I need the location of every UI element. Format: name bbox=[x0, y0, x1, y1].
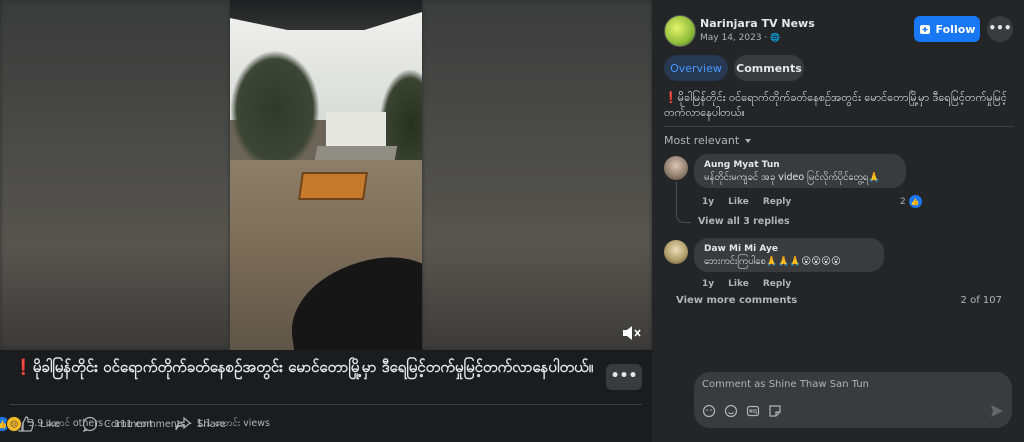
mute-speaker-icon[interactable] bbox=[621, 324, 643, 344]
globe-icon: 🌐 bbox=[770, 33, 781, 42]
send-icon[interactable] bbox=[990, 404, 1004, 418]
separator: · bbox=[107, 418, 111, 430]
comment-reply-button[interactable]: Reply bbox=[763, 197, 791, 207]
post-description-text: မိုခါမြန်တိုင်း ဝင်ရောက်တိုက်ခတ်နေစဉ်အတွ… bbox=[664, 91, 1007, 119]
comment-meta: 1y Like Reply bbox=[702, 279, 805, 289]
comment-pager: 2 of 107 bbox=[960, 295, 1002, 306]
tab-overview[interactable]: Overview bbox=[664, 55, 728, 81]
comment-like-number: 2 bbox=[900, 196, 906, 207]
comment-meta: 1y Like Reply bbox=[702, 197, 805, 207]
reaction-icons[interactable]: 👍 ☹ bbox=[0, 416, 23, 432]
reply-thread-line bbox=[676, 182, 691, 223]
avatar[interactable] bbox=[664, 240, 688, 264]
avatar-sticker-icon[interactable] bbox=[702, 404, 716, 418]
separator: · bbox=[189, 418, 193, 430]
video-floating-object bbox=[298, 172, 368, 200]
comment-age[interactable]: 1y bbox=[702, 279, 714, 289]
sort-label: Most relevant bbox=[664, 134, 740, 147]
emoji-icon[interactable] bbox=[724, 404, 738, 418]
follow-button[interactable]: Follow bbox=[914, 16, 980, 42]
video-frame bbox=[230, 0, 422, 350]
alert-icon: ❗ bbox=[664, 91, 678, 104]
view-replies-link[interactable]: View all 3 replies bbox=[698, 216, 790, 227]
page-avatar[interactable] bbox=[664, 15, 696, 47]
comment-text: ဘေးကင်းကြပါစေ🙏🙏🙏😮😮😮😮 bbox=[704, 256, 841, 267]
view-count: 1.1 သောင်း views bbox=[196, 418, 270, 429]
comment-like-count[interactable]: 2 👍 bbox=[900, 195, 922, 208]
comment-like-button[interactable]: Like bbox=[728, 197, 749, 207]
video-blur-left bbox=[0, 0, 230, 350]
chevron-down-icon bbox=[745, 138, 752, 143]
like-reaction-icon: 👍 bbox=[908, 195, 922, 208]
comment-age[interactable]: 1y bbox=[702, 197, 714, 207]
panel-more-button[interactable]: ••• bbox=[987, 16, 1013, 42]
comment-text: မန်တိုင်းမကျခင် အခု video မြင်လိုက်ပိုင်… bbox=[704, 172, 881, 183]
video-blur-right bbox=[422, 0, 652, 350]
divider bbox=[664, 126, 1014, 127]
divider bbox=[10, 404, 642, 405]
post-description: ❗မိုခါမြန်တိုင်း ဝင်ရောက်တိုက်ခတ်နေစဉ်အတ… bbox=[664, 90, 1014, 120]
gif-icon[interactable] bbox=[746, 404, 760, 418]
sticker-icon[interactable] bbox=[768, 404, 782, 418]
view-more-comments-link[interactable]: View more comments bbox=[676, 295, 797, 306]
comment-author[interactable]: Daw Mi Mi Aye bbox=[704, 243, 874, 255]
video-player[interactable] bbox=[0, 0, 652, 350]
comment-sort-dropdown[interactable]: Most relevant bbox=[664, 134, 753, 147]
post-date[interactable]: May 14, 2023 · 🌐 bbox=[700, 33, 780, 43]
sad-reaction-icon: ☹ bbox=[6, 416, 23, 432]
comment-input[interactable]: Comment as Shine Thaw San Tun bbox=[694, 372, 1012, 428]
follow-plus-icon bbox=[919, 25, 930, 34]
comments-panel: Narinjara TV News May 14, 2023 · 🌐 Follo… bbox=[652, 0, 1024, 442]
post-more-button[interactable]: ••• bbox=[606, 364, 642, 390]
comment-bubble: Aung Myat Tun မန်တိုင်းမကျခင် အခု video … bbox=[694, 154, 906, 188]
post-stats: 👍 ☹ 3.9 ထောင် others · 111 comments · 1.… bbox=[0, 414, 270, 434]
reaction-count[interactable]: 3.9 ထောင် others bbox=[28, 417, 103, 431]
avatar[interactable] bbox=[664, 156, 688, 180]
post-caption-text: မိုခါမြန်တိုင်း ဝင်ရောက်တိုက်ခတ်နေစဉ်အတွ… bbox=[32, 358, 594, 376]
comment-author[interactable]: Aung Myat Tun bbox=[704, 159, 896, 171]
post-date-text: May 14, 2023 · bbox=[700, 33, 771, 43]
post-caption: ❗မိုခါမြန်တိုင်း ဝင်ရောက်တိုက်ခတ်နေစဉ်အတ… bbox=[14, 358, 604, 377]
video-building-roof bbox=[314, 146, 398, 160]
tab-comments[interactable]: Comments bbox=[734, 55, 804, 81]
comment-input-placeholder: Comment as Shine Thaw San Tun bbox=[702, 379, 870, 390]
comment-tools bbox=[702, 404, 790, 418]
follow-label: Follow bbox=[935, 22, 976, 36]
comment-reply-button[interactable]: Reply bbox=[763, 279, 791, 289]
post-media-pane: ❗မိုခါမြန်တိုင်း ဝင်ရောက်တိုက်ခတ်နေစဉ်အတ… bbox=[0, 0, 652, 442]
page-name[interactable]: Narinjara TV News bbox=[700, 17, 815, 30]
comment-like-button[interactable]: Like bbox=[728, 279, 749, 289]
alert-icon: ❗ bbox=[14, 358, 33, 376]
comment-count[interactable]: 111 comments bbox=[114, 419, 185, 430]
video-trees bbox=[230, 50, 320, 170]
comment-bubble: Daw Mi Mi Aye ဘေးကင်းကြပါစေ🙏🙏🙏😮😮😮😮 bbox=[694, 238, 884, 272]
